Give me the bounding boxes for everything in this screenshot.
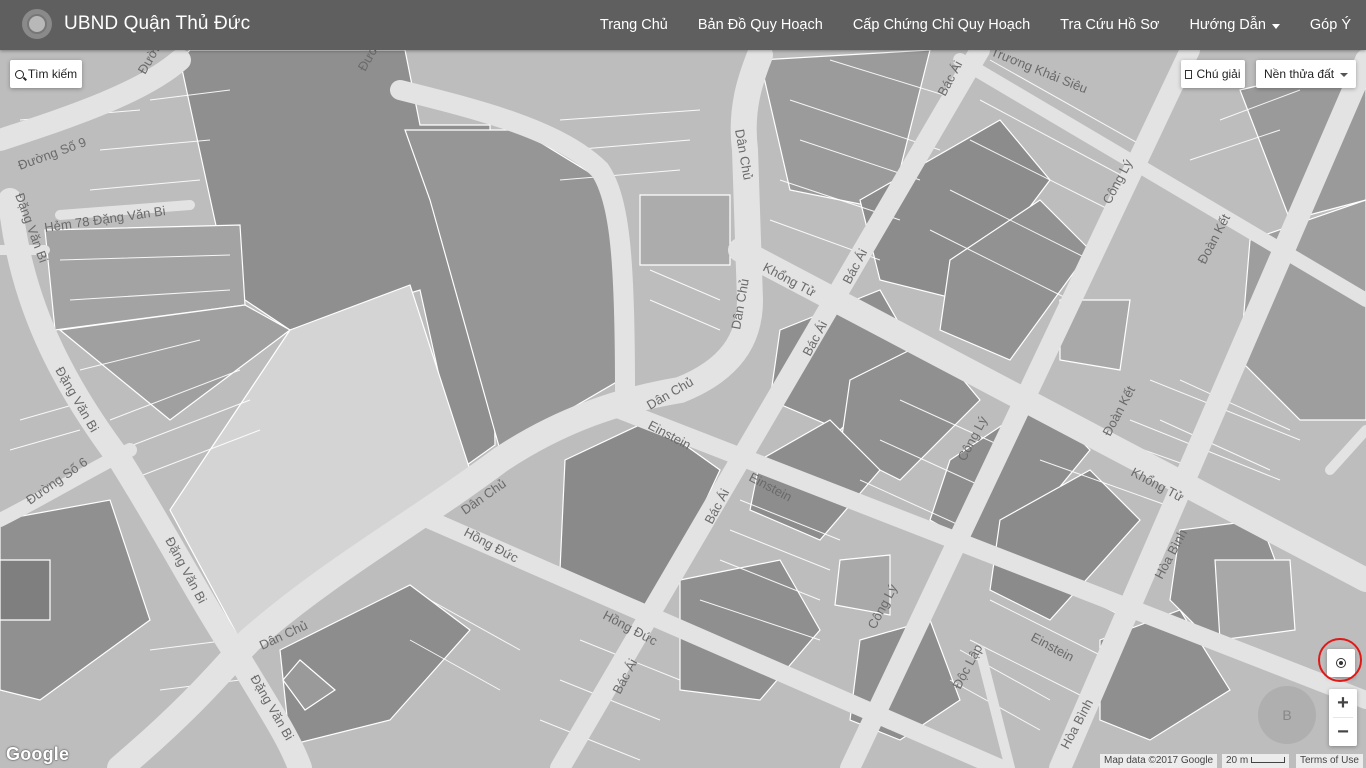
map-attribution[interactable]: Map data ©2017 Google xyxy=(1100,754,1218,768)
brand[interactable]: UBND Quận Thủ Đức xyxy=(22,9,250,39)
zoom-in-button[interactable]: + xyxy=(1329,689,1357,717)
nav-guide-dropdown[interactable]: Hướng Dẫn xyxy=(1174,0,1294,50)
search-button[interactable]: Tìm kiếm xyxy=(10,60,82,88)
base-layer-value: Nền thửa đất xyxy=(1264,67,1335,81)
scale-bar xyxy=(1251,757,1286,764)
nav-planning-map[interactable]: Bản Đồ Quy Hoạch xyxy=(683,0,838,50)
app-root: UBND Quận Thủ Đức Trang Chủ Bản Đồ Quy H… xyxy=(0,0,1366,768)
emblem-logo-icon xyxy=(22,9,52,39)
site-title: UBND Quận Thủ Đức xyxy=(64,13,251,34)
caret-down-icon xyxy=(1271,23,1280,29)
search-icon xyxy=(14,69,24,79)
legend-label: Chú giải xyxy=(1196,67,1241,81)
document-icon xyxy=(1185,69,1193,79)
terms-link[interactable]: Terms of Use xyxy=(1296,754,1363,768)
nav-feedback[interactable]: Góp Ý xyxy=(1295,0,1366,50)
nav-planning-certificate[interactable]: Cấp Chứng Chỉ Quy Hoạch xyxy=(838,0,1045,50)
chevron-down-icon xyxy=(1340,73,1348,77)
watermark-logo-icon: B xyxy=(1258,686,1316,744)
my-location-icon xyxy=(1336,658,1346,668)
my-location-button[interactable] xyxy=(1327,649,1355,677)
main-nav: Trang Chủ Bản Đồ Quy Hoạch Cấp Chứng Chỉ… xyxy=(585,0,1366,50)
map-canvas[interactable]: Đường Số 9 Đặng Văn Bi Hẻm 78 Đặng Văn Bi Đ… xyxy=(0,50,1366,768)
base-layer-select[interactable]: Nền thửa đất xyxy=(1256,60,1356,88)
scale-label: 20 m xyxy=(1226,755,1249,766)
google-logo: Google xyxy=(6,744,70,764)
search-label: Tìm kiếm xyxy=(27,67,78,81)
nav-dossier-lookup[interactable]: Tra Cứu Hồ Sơ xyxy=(1045,0,1174,50)
scale-control[interactable]: 20 m xyxy=(1222,754,1290,768)
nav-guide-label: Hướng Dẫn xyxy=(1189,17,1266,33)
legend-button[interactable]: Chú giải xyxy=(1181,60,1245,88)
nav-home[interactable]: Trang Chủ xyxy=(585,0,683,50)
zoom-out-button[interactable]: − xyxy=(1329,718,1357,746)
top-navbar: UBND Quận Thủ Đức Trang Chủ Bản Đồ Quy H… xyxy=(0,0,1366,50)
zoom-control: + − xyxy=(1329,689,1357,746)
